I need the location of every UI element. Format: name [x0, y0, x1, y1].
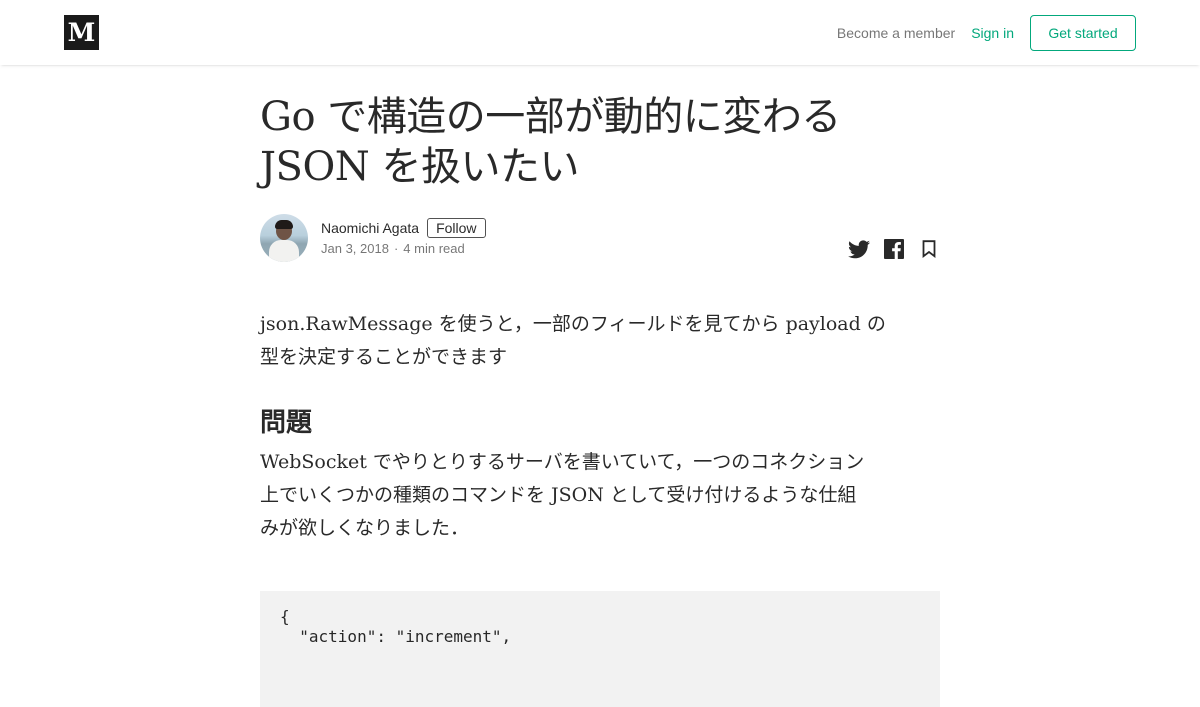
paragraph-line-1: WebSocket でやりとりするサーバを書いていて，一つのコネクション [260, 451, 865, 473]
subtitle-line-1: json.RawMessage を使うと，一部のフィールドを見てから paylo… [260, 313, 886, 335]
twitter-icon[interactable] [848, 238, 870, 260]
author-row: Naomichi Agata Follow [321, 218, 486, 238]
article-subtitle: json.RawMessage を使うと，一部のフィールドを見てから paylo… [260, 308, 940, 374]
paragraph-line-2: 上でいくつかの種類のコマンドを JSON として受け付けるような仕組 [260, 484, 857, 506]
code-line-1: { [280, 607, 290, 626]
sign-in-link[interactable]: Sign in [971, 25, 1014, 41]
post-meta: Jan 3, 2018 · 4 min read [321, 241, 465, 256]
meta-separator: · [393, 241, 399, 256]
nav-actions: Become a member Sign in Get started [837, 14, 1136, 52]
body-paragraph: WebSocket でやりとりするサーバを書いていて，一つのコネクション 上でい… [260, 446, 940, 545]
top-nav-bar: M Become a member Sign in Get started [0, 0, 1200, 65]
share-actions [848, 238, 940, 260]
post-date: Jan 3, 2018 [321, 241, 389, 256]
article-title: Go で構造の一部が動的に変わる JSON を扱いたい [260, 92, 880, 192]
follow-button[interactable]: Follow [427, 218, 486, 238]
section-heading: 問題 [260, 407, 313, 437]
paragraph-line-3: みが欲しくなりました． [260, 517, 470, 539]
medium-logo[interactable]: M [64, 15, 99, 50]
read-time: 4 min read [403, 241, 465, 256]
get-started-button[interactable]: Get started [1030, 15, 1136, 51]
byline: Naomichi Agata Follow Jan 3, 2018 · 4 min … [260, 214, 940, 266]
article-title-line-1: Go で構造の一部が動的に変わる [260, 94, 841, 140]
become-member-link[interactable]: Become a member [837, 25, 955, 41]
code-block: { "action": "increment", [260, 591, 940, 707]
author-avatar[interactable] [260, 214, 308, 262]
article-title-line-2: JSON を扱いたい [260, 144, 579, 190]
author-name-link[interactable]: Naomichi Agata [321, 220, 419, 236]
code-line-2: "action": "increment", [280, 627, 512, 646]
subtitle-line-2: 型を決定することができます [260, 346, 508, 368]
article: Go で構造の一部が動的に変わる JSON を扱いたい Naomichi Aga… [260, 92, 940, 707]
bookmark-icon[interactable] [918, 238, 940, 260]
facebook-icon[interactable] [883, 238, 905, 260]
